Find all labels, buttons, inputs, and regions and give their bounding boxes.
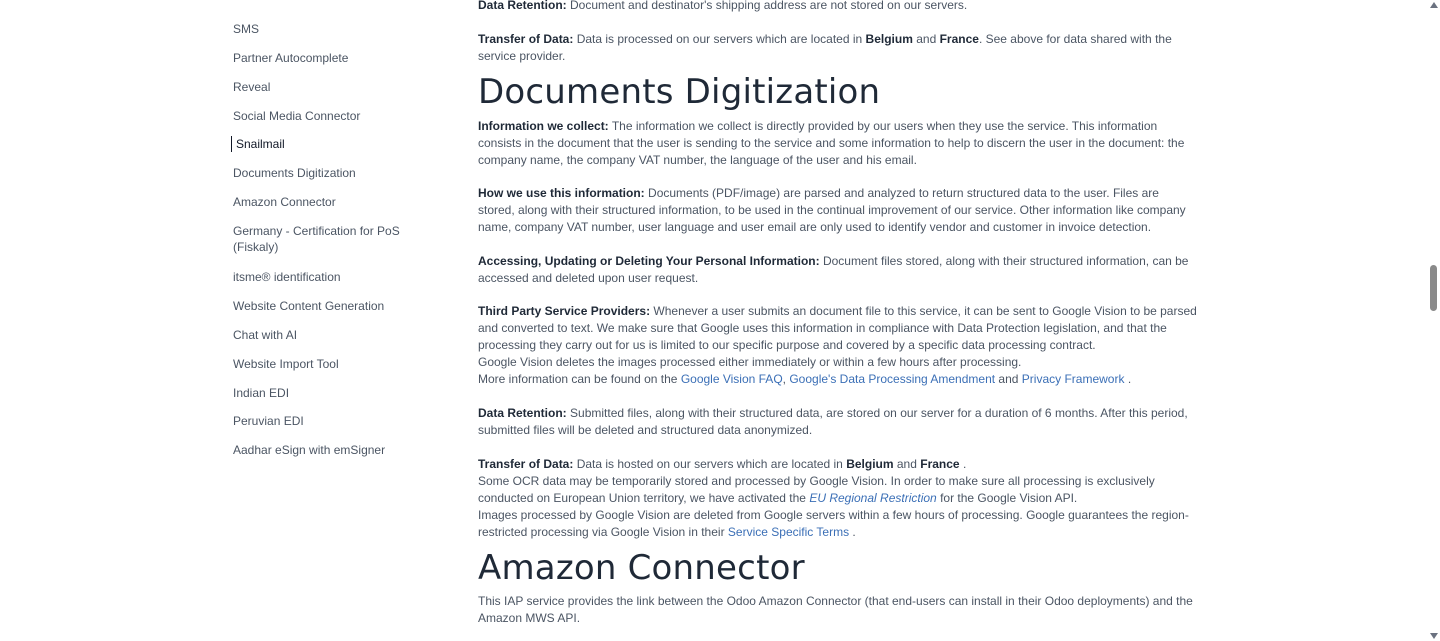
- belgium-label: Belgium: [846, 457, 894, 471]
- google-vision-deletes-text: Google Vision deletes the images process…: [478, 355, 1022, 369]
- third-party-label: Third Party Service Providers:: [478, 304, 651, 318]
- sidebar-item-aadhar-esign[interactable]: Aadhar eSign with emSigner: [233, 442, 413, 458]
- period-text: .: [962, 457, 967, 471]
- sidebar-item-website-content-generation[interactable]: Website Content Generation: [233, 298, 413, 314]
- scroll-up-arrow-icon[interactable]: [1430, 2, 1438, 8]
- period-text: .: [852, 525, 856, 539]
- france-label: France: [939, 32, 979, 46]
- retention-label: Data Retention:: [478, 0, 567, 12]
- use-label: How we use this information:: [478, 186, 645, 200]
- retention-text: Submitted files, along with their struct…: [478, 406, 1188, 437]
- amazon-connector-text: This IAP service provides the link betwe…: [478, 594, 1193, 625]
- docdig-retention-paragraph: Data Retention: Submitted files, along w…: [478, 405, 1198, 439]
- snailmail-transfer-paragraph: Transfer of Data: Data is processed on o…: [478, 31, 1188, 65]
- sidebar-item-partner-autocomplete[interactable]: Partner Autocomplete: [233, 50, 348, 66]
- amazon-connector-paragraph: This IAP service provides the link betwe…: [478, 593, 1198, 627]
- france-label: France: [920, 457, 960, 471]
- sidebar-item-website-import-tool[interactable]: Website Import Tool: [233, 356, 339, 372]
- sidebar-item-chat-with-ai[interactable]: Chat with AI: [233, 327, 297, 343]
- and-text: and: [998, 372, 1019, 386]
- collect-label: Information we collect:: [478, 119, 609, 133]
- sidebar-item-sms[interactable]: SMS: [233, 21, 259, 37]
- sidebar-item-reveal[interactable]: Reveal: [233, 79, 270, 95]
- service-specific-terms-link[interactable]: Service Specific Terms: [728, 525, 849, 539]
- docdig-third-party-paragraph: Third Party Service Providers: Whenever …: [478, 303, 1198, 388]
- comma-text: ,: [782, 372, 786, 386]
- sidebar-item-snailmail[interactable]: Snailmail: [231, 136, 285, 152]
- documents-digitization-heading: Documents Digitization: [478, 72, 881, 112]
- docdig-transfer-paragraph: Transfer of Data: Data is hosted on our …: [478, 456, 1198, 541]
- sidebar-item-amazon-connector[interactable]: Amazon Connector: [233, 194, 336, 210]
- more-info-text: More information can be found on the: [478, 372, 678, 386]
- transfer-label: Transfer of Data:: [478, 457, 574, 471]
- sidebar-item-itsme-identification[interactable]: itsme® identification: [233, 269, 341, 285]
- sidebar-item-indian-edi[interactable]: Indian EDI: [233, 385, 289, 401]
- snailmail-retention-paragraph: Data Retention: Document and destinator'…: [478, 0, 1198, 14]
- retention-label: Data Retention:: [478, 406, 567, 420]
- and-text: and: [916, 32, 937, 46]
- docdig-collect-paragraph: Information we collect: The information …: [478, 118, 1198, 169]
- amazon-connector-heading: Amazon Connector: [478, 548, 805, 588]
- access-label: Accessing, Updating or Deleting Your Per…: [478, 254, 820, 268]
- google-dpa-link[interactable]: Google's Data Processing Amendment: [789, 372, 995, 386]
- period-text: .: [1127, 372, 1132, 386]
- eu-regional-restriction-link[interactable]: EU Regional Restriction: [809, 491, 936, 505]
- google-vision-faq-link[interactable]: Google Vision FAQ: [681, 372, 783, 386]
- page-scrollbar[interactable]: [1427, 0, 1440, 641]
- privacy-framework-link[interactable]: Privacy Framework: [1022, 372, 1125, 386]
- scroll-down-arrow-icon[interactable]: [1430, 633, 1438, 639]
- sidebar-item-documents-digitization[interactable]: Documents Digitization: [233, 165, 413, 181]
- retention-text: Document and destinator's shipping addre…: [570, 0, 968, 12]
- belgium-label: Belgium: [865, 32, 913, 46]
- transfer-text-pre: Data is processed on our servers which a…: [576, 32, 863, 46]
- sidebar-item-peruvian-edi[interactable]: Peruvian EDI: [233, 413, 304, 429]
- transfer-text-pre: Data is hosted on our servers which are …: [576, 457, 843, 471]
- docdig-use-paragraph: How we use this information: Documents (…: [478, 185, 1198, 236]
- transfer-label: Transfer of Data:: [478, 32, 574, 46]
- and-text: and: [896, 457, 917, 471]
- sidebar-item-germany-certification[interactable]: Germany - Certification for PoS (Fiskaly…: [233, 223, 413, 255]
- sidebar-item-social-media-connector[interactable]: Social Media Connector: [233, 108, 413, 124]
- scrollbar-thumb[interactable]: [1430, 265, 1437, 311]
- docdig-access-paragraph: Accessing, Updating or Deleting Your Per…: [478, 253, 1198, 287]
- ocr-text-post: for the Google Vision API.: [940, 491, 1078, 505]
